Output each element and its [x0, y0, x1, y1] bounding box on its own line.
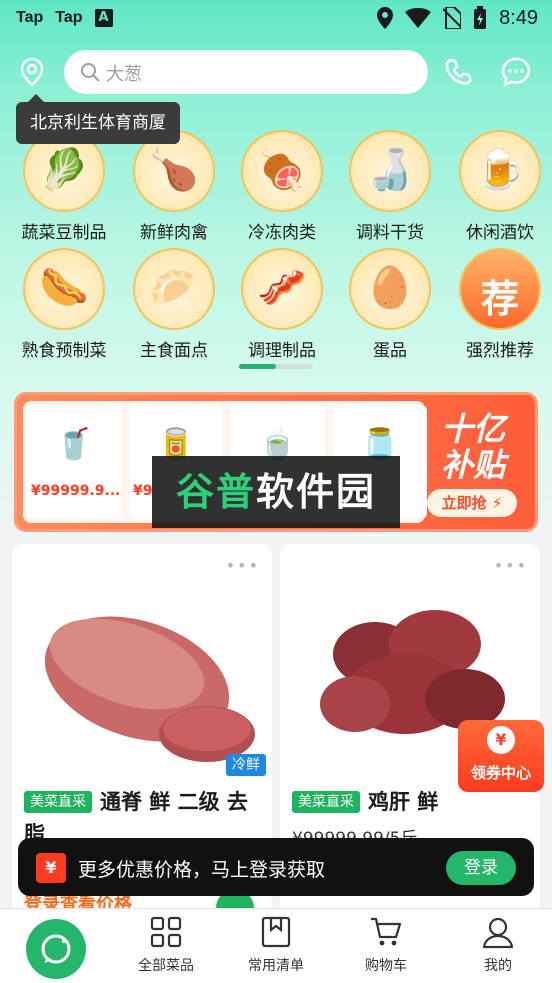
yuan-icon: ¥ [487, 726, 515, 754]
recommend-icon: 荐 [459, 248, 541, 330]
grid-icon [150, 916, 182, 948]
tab-label: 全部菜品 [138, 958, 194, 974]
promo-product-card[interactable]: 🥤 ¥99999.9... [27, 405, 121, 519]
bottom-tab-bar: 全部菜品 常用清单 购物车 我的 [0, 908, 552, 983]
category-label: 强烈推荐 [466, 341, 534, 361]
bookmark-icon [261, 916, 291, 948]
category-vegetables[interactable]: 🥬 蔬菜豆制品 [14, 130, 114, 243]
tab-cart[interactable]: 购物车 [336, 915, 436, 975]
tab-label: 常用清单 [248, 958, 304, 974]
header-bar: 大葱 [0, 46, 552, 100]
category-label: 冷冻肉类 [248, 223, 316, 243]
promo-headline-line: 十亿 [440, 410, 505, 448]
category-seasoning[interactable]: 🍶 调料干货 [340, 130, 440, 243]
login-prompt-text: 更多优惠价格，马上登录获取 [78, 859, 326, 881]
clock: 8:49 [499, 6, 538, 29]
carousel-indicator-active [239, 364, 276, 369]
wifi-icon [405, 8, 432, 28]
cart-icon [371, 917, 402, 946]
category-label: 新鲜肉禽 [140, 223, 208, 243]
more-options-icon[interactable]: ••• [226, 556, 260, 575]
status-bar: Tap Tap A 8:49 [0, 0, 552, 38]
login-prompt-bar: ¥ 更多优惠价格，马上登录获取 登录 [18, 838, 534, 896]
a-app-icon: A [94, 9, 113, 27]
staple-food-icon: 🥟 [133, 248, 215, 330]
search-icon [81, 63, 100, 82]
more-options-icon[interactable]: ••• [494, 556, 528, 575]
search-placeholder: 大葱 [106, 64, 142, 85]
grab-now-button[interactable]: 立即抢 ⚡ [427, 489, 517, 517]
product-name: 鸡肝 鲜 [368, 790, 439, 814]
carousel-indicator [239, 364, 313, 369]
tab-label: 购物车 [365, 958, 407, 974]
category-eggs[interactable]: 🥚 蛋品 [340, 248, 440, 361]
tab-profile[interactable]: 我的 [448, 915, 548, 975]
home-logo-icon [41, 934, 71, 964]
coupon-center-label: 领券中心 [470, 764, 531, 782]
frozen-meat-icon: 🍖 [241, 130, 323, 212]
tab-label: 我的 [484, 958, 512, 974]
location-pin-icon[interactable] [16, 56, 48, 88]
promo-price: ¥99999.9... [31, 483, 121, 499]
category-label: 蛋品 [373, 341, 407, 361]
message-icon[interactable] [500, 56, 532, 88]
battery-icon [474, 6, 487, 29]
home-tab-button[interactable] [26, 919, 86, 979]
direct-purchase-badge: 美菜直采 [292, 791, 360, 813]
seasoning-icon: 🍶 [349, 130, 431, 212]
watermark: 谷普软件园 [152, 456, 400, 528]
phone-icon[interactable] [442, 56, 474, 88]
tap-app-icon: Tap [55, 9, 83, 26]
coupon-center-button[interactable]: ¥ 领券中心 [458, 720, 544, 792]
no-sim-icon [443, 7, 462, 29]
category-label: 休闲酒饮 [466, 223, 534, 243]
category-label: 熟食预制菜 [21, 341, 107, 361]
direct-purchase-badge: 美菜直采 [24, 791, 92, 813]
red-envelope-icon: ¥ [36, 853, 66, 883]
cooked-food-icon: 🌭 [23, 248, 105, 330]
category-drinks[interactable]: 🍺 休闲酒饮 [450, 130, 550, 243]
category-cooked-food[interactable]: 🌭 熟食预制菜 [14, 248, 114, 361]
category-staple-food[interactable]: 🥟 主食面点 [124, 248, 224, 361]
profile-icon [482, 917, 514, 949]
category-label: 蔬菜豆制品 [21, 223, 107, 243]
search-bar[interactable]: 大葱 [64, 50, 428, 94]
prepared-food-icon: 🥓 [241, 248, 323, 330]
promo-headline-line: 补贴 [440, 446, 505, 484]
promo-headline: 十亿 补贴 [425, 411, 521, 483]
drinks-icon: 🍺 [459, 130, 541, 212]
grab-now-label: 立即抢 [441, 494, 487, 512]
tab-favorites-list[interactable]: 常用清单 [226, 915, 326, 975]
category-recommend[interactable]: 荐 强烈推荐 [450, 248, 550, 361]
watermark-text: 谷普 [175, 470, 256, 514]
category-label: 调理制品 [248, 341, 316, 361]
category-prepared-food[interactable]: 🥓 调理制品 [232, 248, 332, 361]
category-fresh-meat[interactable]: 🍗 新鲜肉禽 [124, 130, 224, 243]
soda-cans-icon: 🥤 [55, 426, 93, 462]
tap-app-icon: Tap [16, 9, 44, 26]
egg-icon: 🥚 [349, 248, 431, 330]
category-label: 调料干货 [356, 223, 424, 243]
category-frozen-meat[interactable]: 🍖 冷冻肉类 [232, 130, 332, 243]
lightning-icon: ⚡ [491, 494, 503, 512]
category-label: 主食面点 [140, 341, 208, 361]
pork-loin-image [22, 574, 262, 774]
chilled-tag: 冷鲜 [226, 754, 266, 776]
location-status-icon [377, 7, 394, 29]
location-tooltip[interactable]: 北京利生体育商厦 [16, 94, 180, 144]
tab-all-dishes[interactable]: 全部菜品 [116, 915, 216, 975]
login-button[interactable]: 登录 [446, 851, 516, 885]
watermark-text: 软件园 [256, 470, 377, 514]
